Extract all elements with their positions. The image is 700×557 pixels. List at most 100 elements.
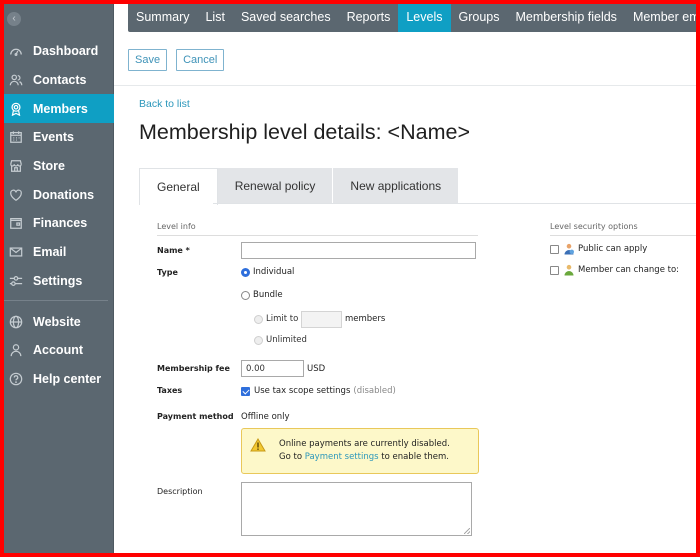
payment-settings-link[interactable]: Payment settings <box>305 452 379 462</box>
sidebar-divider <box>4 300 108 302</box>
level-info-divider <box>157 235 478 236</box>
detail-tabs: General Renewal policy New applications <box>139 168 460 205</box>
taxes-label: Taxes <box>157 386 183 395</box>
tab-groups[interactable]: Groups <box>451 4 508 32</box>
sidebar-item-donations[interactable]: Donations <box>4 180 114 209</box>
type-bundle-label: Bundle <box>253 290 283 300</box>
member-user-icon <box>564 264 574 276</box>
security-divider <box>550 235 696 236</box>
sidebar-item-store[interactable]: Store <box>4 152 114 181</box>
type-individual-label: Individual <box>253 267 295 277</box>
sidebar-item-members[interactable]: Members <box>4 94 114 124</box>
name-label: Name * <box>157 246 190 255</box>
sidebar-item-label: Events <box>33 130 74 145</box>
tab-reports[interactable]: Reports <box>339 4 399 32</box>
bundle-limit-input <box>301 311 342 328</box>
bundle-members-label: members <box>345 314 386 324</box>
member-can-change-option[interactable]: Member can change to: <box>550 264 679 276</box>
toolbar-divider <box>114 85 696 86</box>
sidebar-item-events[interactable]: Events <box>4 123 114 152</box>
sidebar-item-dashboard[interactable]: Dashboard <box>4 37 114 66</box>
type-individual-option[interactable]: Individual <box>241 267 294 277</box>
cancel-button[interactable]: Cancel <box>176 49 225 71</box>
chevron-left-icon[interactable]: ‹ <box>7 12 21 26</box>
fee-label: Membership fee <box>157 364 230 373</box>
sidebar-item-label: Members <box>33 101 88 116</box>
back-to-list-link[interactable]: Back to list <box>139 98 190 110</box>
bundle-unlimited-radio <box>254 335 263 345</box>
wallet-icon <box>8 215 24 231</box>
calendar-icon <box>8 129 24 145</box>
envelope-icon <box>8 244 24 260</box>
heart-icon <box>8 187 24 203</box>
sidebar-item-label: Website <box>33 314 81 329</box>
tab-general[interactable]: General <box>139 168 218 205</box>
tab-summary[interactable]: Summary <box>128 4 197 32</box>
fee-input[interactable] <box>241 360 304 377</box>
tab-list[interactable]: List <box>197 4 232 32</box>
sidebar-item-label: Dashboard <box>33 44 99 59</box>
alert-prefix: Go to <box>279 452 303 462</box>
sidebar-item-finances[interactable]: Finances <box>4 209 114 238</box>
members-icon <box>8 101 24 117</box>
bundle-unlimited-label: Unlimited <box>266 335 307 345</box>
payments-disabled-alert: Online payments are currently disabled. … <box>241 428 479 474</box>
tab-member-emails[interactable]: Member emails <box>625 4 696 32</box>
name-input[interactable] <box>241 242 476 259</box>
app-window: ‹ Dashboard Contacts Members Events Stor… <box>4 4 696 553</box>
member-can-change-checkbox[interactable] <box>550 265 559 275</box>
sidebar-item-label: Email <box>33 245 67 260</box>
globe-icon <box>8 314 24 330</box>
sidebar-item-settings[interactable]: Settings <box>4 267 114 296</box>
dashboard-icon <box>8 43 24 59</box>
sliders-icon <box>8 273 24 289</box>
tab-renewal-policy[interactable]: Renewal policy <box>217 168 334 204</box>
description-textarea[interactable] <box>241 482 472 536</box>
tab-new-applications[interactable]: New applications <box>333 168 460 204</box>
sidebar: ‹ Dashboard Contacts Members Events Stor… <box>4 4 114 553</box>
tab-membership-fields[interactable]: Membership fields <box>508 4 625 32</box>
type-bundle-radio[interactable] <box>241 290 250 300</box>
taxes-note: (disabled) <box>353 386 396 396</box>
sidebar-item-label: Contacts <box>33 73 87 88</box>
type-label: Type <box>157 268 178 277</box>
tab-levels[interactable]: Levels <box>398 4 451 32</box>
alert-line-1: Online payments are currently disabled. <box>279 439 450 449</box>
page-title: Membership level details: <Name> <box>139 120 471 144</box>
taxes-option-label: Use tax scope settings <box>254 386 351 396</box>
level-info-heading: Level info <box>157 222 196 231</box>
members-tabs: Summary List Saved searches Reports Leve… <box>128 4 696 32</box>
sidebar-item-email[interactable]: Email <box>4 238 114 267</box>
alert-message: Online payments are currently disabled. … <box>279 438 450 464</box>
fee-currency: USD <box>307 364 326 374</box>
sidebar-item-account[interactable]: Account <box>4 336 114 365</box>
public-can-apply-option[interactable]: Public can apply <box>550 243 647 255</box>
type-bundle-option[interactable]: Bundle <box>241 290 283 300</box>
save-button[interactable]: Save <box>128 49 168 71</box>
type-individual-radio[interactable] <box>241 267 250 277</box>
toolbar: Save Cancel <box>128 49 225 71</box>
bundle-limit-radio <box>254 314 263 324</box>
warning-icon <box>250 438 266 452</box>
sidebar-nav: Dashboard Contacts Members Events Store … <box>4 37 114 393</box>
member-can-change-label: Member can change to: <box>578 265 680 275</box>
bundle-limit-option: Limit to <box>254 314 298 324</box>
sidebar-item-label: Help center <box>33 371 102 386</box>
tab-saved-searches[interactable]: Saved searches <box>233 4 339 32</box>
sidebar-item-label: Account <box>33 343 83 358</box>
public-can-apply-checkbox[interactable] <box>550 244 559 254</box>
contacts-icon <box>8 72 24 88</box>
sidebar-item-label: Settings <box>33 273 83 288</box>
sidebar-item-contacts[interactable]: Contacts <box>4 66 114 95</box>
public-can-apply-label: Public can apply <box>578 244 648 254</box>
store-icon <box>8 158 24 174</box>
tabs-divider <box>139 203 696 204</box>
resize-grip-icon[interactable] <box>464 528 470 534</box>
taxes-option[interactable]: Use tax scope settings (disabled) <box>241 386 396 396</box>
sidebar-item-help-center[interactable]: Help center <box>4 365 114 394</box>
sidebar-item-website[interactable]: Website <box>4 307 114 336</box>
taxes-checkbox[interactable] <box>241 386 250 396</box>
public-user-icon <box>564 243 574 255</box>
help-icon <box>8 371 24 387</box>
description-label: Description <box>157 487 203 496</box>
